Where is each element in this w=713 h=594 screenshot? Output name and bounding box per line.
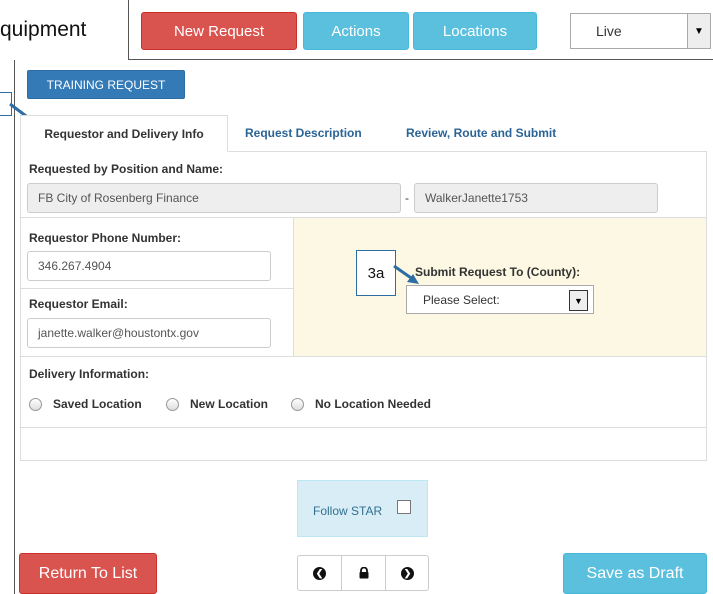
position-field[interactable]: FB City of Rosenberg Finance bbox=[27, 183, 401, 213]
tab-request-description[interactable]: Request Description bbox=[245, 126, 362, 140]
environment-select[interactable]: Live ▼ bbox=[570, 13, 711, 49]
return-to-list-button[interactable]: Return To List bbox=[19, 553, 157, 594]
chevron-right-icon: ❯ bbox=[401, 566, 414, 580]
page-title-fragment: quipment bbox=[0, 18, 87, 41]
radio-label-no-location: No Location Needed bbox=[315, 397, 432, 411]
requested-by-label: Requested by Position and Name: bbox=[29, 162, 224, 176]
radio-no-location[interactable] bbox=[291, 398, 304, 411]
save-as-draft-button[interactable]: Save as Draft bbox=[563, 553, 707, 594]
phone-field[interactable]: 346.267.4904 bbox=[27, 251, 271, 281]
follow-star-checkbox[interactable] bbox=[397, 500, 411, 514]
lock-icon bbox=[359, 567, 368, 579]
previous-button[interactable]: ❮ bbox=[298, 556, 341, 590]
follow-star-box: Follow STAR bbox=[297, 480, 428, 537]
phone-label: Requestor Phone Number: bbox=[29, 231, 182, 245]
tab-requestor-delivery[interactable]: Requestor and Delivery Info bbox=[20, 115, 228, 152]
email-label: Requestor Email: bbox=[29, 297, 128, 311]
name-field[interactable]: WalkerJanette1753 bbox=[414, 183, 658, 213]
divider bbox=[20, 427, 707, 428]
record-nav-group: ❮ ❯ bbox=[297, 555, 429, 591]
divider bbox=[20, 356, 707, 357]
radio-label-saved-location: Saved Location bbox=[53, 397, 142, 411]
dropdown-arrow-icon[interactable]: ▼ bbox=[569, 290, 588, 311]
environment-select-value: Live bbox=[596, 23, 622, 39]
radio-label-new-location: New Location bbox=[190, 397, 269, 411]
county-select[interactable]: Please Select: ▼ bbox=[406, 285, 594, 314]
chevron-left-icon: ❮ bbox=[313, 566, 326, 580]
training-request-button[interactable]: TRAINING REQUEST bbox=[27, 70, 185, 99]
radio-saved-location[interactable] bbox=[29, 398, 42, 411]
email-field[interactable]: janette.walker@houstontx.gov bbox=[27, 318, 271, 348]
divider bbox=[20, 288, 294, 289]
radio-new-location[interactable] bbox=[166, 398, 179, 411]
county-select-value: Please Select: bbox=[423, 293, 500, 307]
new-request-button[interactable]: New Request bbox=[141, 12, 297, 50]
lock-button[interactable] bbox=[342, 556, 385, 590]
submit-to-label: Submit Request To (County): bbox=[415, 265, 581, 279]
locations-button[interactable]: Locations bbox=[413, 12, 537, 50]
name-separator: - bbox=[405, 191, 409, 205]
actions-button[interactable]: Actions bbox=[303, 12, 409, 50]
callout-3a-badge: 3a bbox=[356, 250, 396, 296]
delivery-label: Delivery Information: bbox=[29, 367, 150, 381]
divider bbox=[293, 218, 294, 356]
follow-star-label: Follow STAR bbox=[313, 504, 383, 518]
dropdown-arrow-icon[interactable]: ▼ bbox=[687, 14, 710, 48]
tab-review-route-submit[interactable]: Review, Route and Submit bbox=[406, 126, 556, 140]
next-button[interactable]: ❯ bbox=[386, 556, 429, 590]
